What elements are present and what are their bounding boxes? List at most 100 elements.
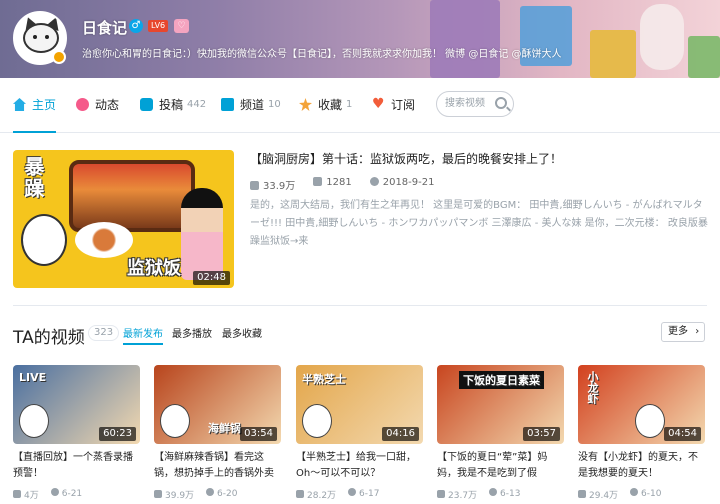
tab-label: 投稿 <box>159 98 184 112</box>
featured-video-description: 是的，这周大结局，我们有生之年再见！ 这里是可爱的BGM： 田中貴,细野しんいち… <box>250 200 708 247</box>
view-count: 29.4万 <box>589 491 619 501</box>
tab-channel[interactable]: 频道 10 <box>221 78 281 131</box>
tab-upload[interactable]: 投稿 442 <box>140 78 206 131</box>
sort-most-favorited[interactable]: 最多收藏 <box>222 325 262 340</box>
divider <box>13 305 707 306</box>
clock-icon <box>489 488 498 496</box>
video-title[interactable]: 【半熟芝士】给我一口甜，Oh～可以不可以？ <box>296 450 423 482</box>
banner-decoration <box>688 36 720 78</box>
thumb-cat-shape <box>635 404 665 438</box>
danmaku-stat: 1281 <box>313 177 352 192</box>
thumb-cat-shape <box>302 404 332 438</box>
upload-count: 442 <box>187 99 207 110</box>
cat-eye-shape <box>33 35 37 39</box>
video-title[interactable]: 【下饭的夏日“荤”菜】妈妈，我是不是吃到了假肉？！ <box>437 450 564 482</box>
signature: 治愈你心和胃的日食记：）快加我的微信公众号【日食记】，否则我就求求你加我！ 微博… <box>82 49 562 60</box>
tab-subscriptions[interactable]: ♥ 订阅 <box>372 78 415 131</box>
video-thumbnail[interactable]: 海鲜锅 03:54 <box>154 365 281 444</box>
featured-video-thumbnail[interactable]: 暴躁 监狱饭 02:48 <box>13 150 234 288</box>
thumb-cat-shape <box>19 404 49 438</box>
date-stat: 6-17 <box>348 488 379 501</box>
video-meta: 4万 6-21 <box>13 488 140 501</box>
clock-icon <box>369 177 379 186</box>
video-meta: 29.4万 6-10 <box>578 488 705 501</box>
sort-latest[interactable]: 最新发布 <box>123 325 163 345</box>
search-icon[interactable] <box>495 97 507 109</box>
thumb-text: 小龙虾 <box>586 371 599 404</box>
featured-video-title[interactable]: 【脑洞厨房】第十话：监狱饭两吃，最后的晚餐安排上了！ <box>250 150 562 167</box>
tab-dynamic[interactable]: 动态 <box>76 78 119 131</box>
date-stat: 6-21 <box>50 488 83 501</box>
thumb-text: 暴躁 <box>21 156 45 200</box>
date-stat: 6-13 <box>489 488 520 501</box>
heart-icon: ♥ <box>372 96 385 112</box>
clock-icon <box>206 488 215 496</box>
sort-most-played[interactable]: 最多播放 <box>172 325 212 340</box>
banner-decoration <box>590 30 636 78</box>
video-title[interactable]: 【海鲜麻辣香锅】看完这锅，想扔掉手上的香锅外卖了！ <box>154 450 281 482</box>
views-stat: 33.9万 <box>250 177 295 192</box>
danmaku-count: 1281 <box>326 177 352 188</box>
level-badge: LV6 <box>148 20 169 32</box>
tab-home[interactable]: 主页 <box>13 78 57 133</box>
views-stat: 28.2万 <box>296 488 336 501</box>
banner-decoration <box>640 4 684 70</box>
video-duration: 60:23 <box>99 427 136 441</box>
cat-face-shape <box>23 23 59 53</box>
more-button[interactable]: 更多 › <box>661 322 705 342</box>
video-thumbnail[interactable]: 半熟芝士 04:16 <box>296 365 423 444</box>
view-count: 23.7万 <box>448 491 478 501</box>
video-title[interactable]: 没有【小龙虾】的夏天，不是我想要的夏天！ <box>578 450 705 482</box>
thumb-text: 半熟芝士 <box>302 373 346 386</box>
video-duration: 03:54 <box>240 427 277 441</box>
clock-icon <box>630 488 639 496</box>
thumb-food-shape <box>69 160 195 232</box>
video-card[interactable]: 小龙虾 04:54 没有【小龙虾】的夏天，不是我想要的夏天！ 29.4万 6-1… <box>578 365 705 501</box>
thumb-text: 海鲜锅 <box>208 422 241 435</box>
username: 日食记 <box>82 19 128 37</box>
play-icon <box>13 490 21 498</box>
tab-label: 频道 <box>240 98 265 112</box>
dynamic-icon <box>76 98 89 111</box>
view-count: 39.9万 <box>165 491 195 501</box>
views-stat: 23.7万 <box>437 488 477 501</box>
video-thumbnail[interactable]: 小龙虾 04:54 <box>578 365 705 444</box>
video-card[interactable]: 下饭的夏日素菜 03:57 【下饭的夏日“荤”菜】妈妈，我是不是吃到了假肉？！ … <box>437 365 564 501</box>
video-duration: 03:57 <box>523 427 560 441</box>
vip-badge: ♡ <box>174 19 189 33</box>
views-stat: 4万 <box>13 488 39 501</box>
tab-favorites[interactable]: 收藏 1 <box>299 78 352 131</box>
video-duration: 04:54 <box>664 427 701 441</box>
date-stat: 2018-9-21 <box>369 177 434 192</box>
play-icon <box>154 490 162 498</box>
channel-icon <box>221 98 234 111</box>
date-stat: 6-10 <box>630 488 661 501</box>
home-icon <box>13 98 26 111</box>
thumb-text: LIVE <box>19 371 47 384</box>
clock-icon <box>348 488 357 496</box>
cat-eye-shape <box>45 35 49 39</box>
tab-label: 动态 <box>95 98 120 112</box>
views-stat: 29.4万 <box>578 488 618 501</box>
publish-date: 6-21 <box>61 489 83 499</box>
video-card[interactable]: LIVE 60:23 【直播回放】一个蒸香录播预警！ 4万 6-21 <box>13 365 140 501</box>
favorites-count: 1 <box>346 99 353 110</box>
video-title[interactable]: 【直播回放】一个蒸香录播预警！ <box>13 450 140 482</box>
search-placeholder: 搜索视频 <box>445 98 485 109</box>
banner-decoration <box>430 0 500 78</box>
gender-icon: ♂ <box>129 19 143 33</box>
video-thumbnail[interactable]: 下饭的夏日素菜 03:57 <box>437 365 564 444</box>
video-card[interactable]: 半熟芝士 04:16 【半熟芝士】给我一口甜，Oh～可以不可以？ 28.2万 6… <box>296 365 423 501</box>
view-count: 33.9万 <box>263 181 296 192</box>
play-icon <box>296 490 304 498</box>
video-thumbnail[interactable]: LIVE 60:23 <box>13 365 140 444</box>
video-card[interactable]: 海鲜锅 03:54 【海鲜麻辣香锅】看完这锅，想扔掉手上的香锅外卖了！ 39.9… <box>154 365 281 501</box>
play-icon <box>578 490 586 498</box>
thumb-character-shape <box>181 188 223 280</box>
thumb-plate-shape <box>75 222 133 258</box>
video-meta: 39.9万 6-20 <box>154 488 281 501</box>
tab-label: 主页 <box>32 98 57 112</box>
tab-label: 收藏 <box>318 98 343 112</box>
video-duration: 04:16 <box>382 427 419 441</box>
search-input[interactable]: 搜索视频 <box>436 91 514 117</box>
